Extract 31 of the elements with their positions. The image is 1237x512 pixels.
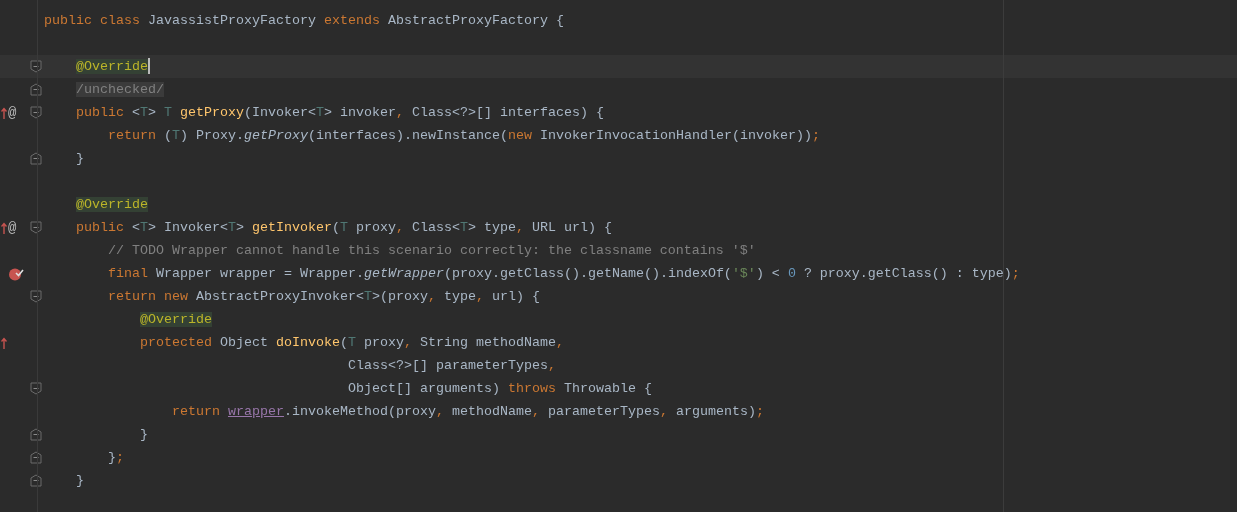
- fold-icon[interactable]: [30, 60, 42, 73]
- up-arrow-icon[interactable]: [1, 336, 7, 349]
- fold-icon[interactable]: [30, 221, 42, 234]
- at-sign[interactable]: @: [8, 104, 17, 121]
- up-arrow-icon[interactable]: [1, 221, 7, 234]
- fold-icon[interactable]: [30, 83, 42, 96]
- fold-icon[interactable]: [30, 474, 42, 487]
- fold-icon[interactable]: [30, 290, 42, 303]
- code-line: Class<?>[] parameterTypes,: [346, 357, 556, 374]
- fold-icon[interactable]: [30, 428, 42, 441]
- code-line: }: [139, 426, 148, 443]
- at-sign[interactable]: @: [8, 219, 17, 236]
- fold-icon[interactable]: [30, 152, 42, 165]
- fold-icon[interactable]: [30, 382, 42, 395]
- code-line: // TODO Wrapper cannot handle this scenario correctly: the classname contains '$': [107, 242, 756, 259]
- code-line: };: [107, 449, 124, 466]
- code-line: final Wrapper wrapper = Wrapper.getWrapper(proxy.getClass().getName().indexOf('$') < 0 ? proxy.getClass() : type);: [107, 265, 1020, 282]
- code-line: public class JavassistProxyFactory extends AbstractProxyFactory {: [44, 12, 564, 29]
- code-line: protected Object doInvoke(T proxy, String methodName,: [139, 334, 564, 351]
- code-line: return (T) Proxy.getProxy(interfaces).newInstance(new InvokerInvocationHandler(invoker));: [107, 127, 820, 144]
- breakpoint-icon[interactable]: [8, 266, 24, 281]
- fold-icon[interactable]: [30, 451, 42, 464]
- code-line: public <T> Invoker<T> getInvoker(T proxy, Class<T> type, URL url) {: [75, 219, 612, 236]
- code-line: return new AbstractProxyInvoker<T>(proxy, type, url) {: [107, 288, 540, 305]
- fold-icon[interactable]: [30, 106, 42, 119]
- code-line: return wrapper.invokeMethod(proxy, methodName, parameterTypes, arguments);: [171, 403, 764, 420]
- code-line: public <T> T getProxy(Invoker<T> invoker, Class<?>[] interfaces) {: [75, 104, 604, 121]
- code-line: Object[] arguments) throws Throwable {: [346, 380, 652, 397]
- code-line: }: [75, 150, 84, 167]
- code-line: }: [75, 472, 84, 489]
- up-arrow-icon[interactable]: [1, 106, 7, 119]
